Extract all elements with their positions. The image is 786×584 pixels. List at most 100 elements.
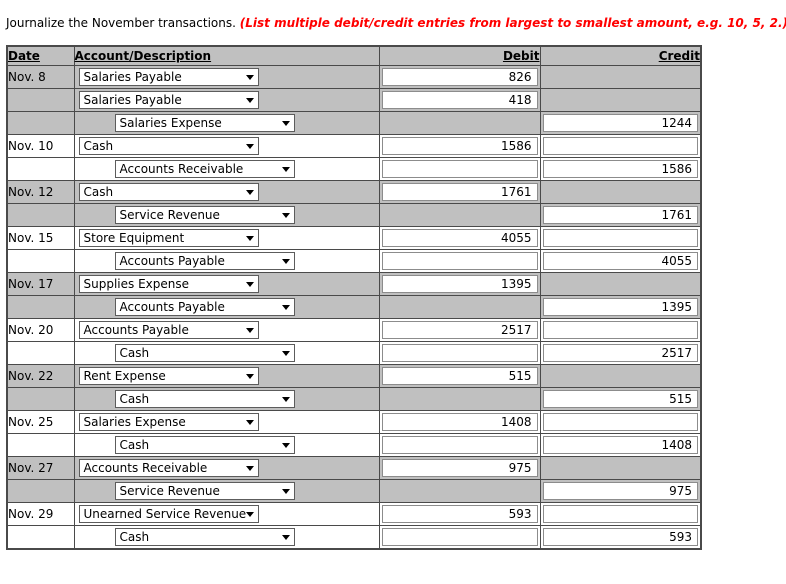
cell-account: Cash (73, 134, 380, 158)
chevron-down-icon (281, 397, 290, 402)
cell-credit: 515 (539, 387, 702, 411)
debit-input[interactable] (381, 436, 538, 454)
chevron-down-icon (245, 75, 254, 80)
cell-date (6, 525, 75, 550)
credit-input[interactable]: 1244 (542, 114, 698, 132)
chevron-down-icon (281, 121, 290, 126)
account-select[interactable]: Cash (114, 390, 295, 408)
credit-input[interactable]: 4055 (542, 252, 698, 270)
cell-date: Nov. 17 (6, 272, 75, 296)
credit-input[interactable] (542, 137, 698, 155)
account-select[interactable]: Service Revenue (114, 206, 295, 224)
credit-input[interactable]: 975 (542, 482, 698, 500)
credit-input[interactable] (542, 229, 698, 247)
account-select-value: Unearned Service Revenue (83, 507, 247, 521)
account-select[interactable]: Accounts Payable (114, 252, 295, 270)
cell-credit (539, 88, 702, 112)
cell-credit (539, 65, 702, 89)
account-select[interactable]: Cash (114, 344, 295, 362)
chevron-down-icon (245, 466, 254, 471)
debit-input[interactable]: 4055 (381, 229, 538, 247)
account-select[interactable]: Accounts Payable (114, 298, 295, 316)
cell-date: Nov. 27 (6, 456, 75, 480)
account-select[interactable]: Supplies Expense (78, 275, 259, 293)
credit-input[interactable]: 593 (542, 528, 698, 546)
account-select[interactable]: Salaries Expense (114, 114, 295, 132)
table-row: Nov. 29 Unearned Service Revenue 593 (6, 502, 702, 526)
account-select[interactable]: Salaries Expense (78, 413, 259, 431)
account-select[interactable]: Unearned Service Revenue (78, 505, 259, 523)
credit-input (542, 68, 698, 86)
account-select-value: Cash (119, 438, 150, 452)
debit-input[interactable]: 826 (381, 68, 538, 86)
credit-input[interactable] (542, 413, 698, 431)
account-select-value: Accounts Receivable (119, 162, 244, 176)
account-select[interactable]: Service Revenue (114, 482, 295, 500)
cell-date (6, 387, 75, 411)
account-select-wrapper: Supplies Expense (75, 273, 379, 295)
chevron-down-icon (281, 305, 290, 310)
debit-input[interactable]: 1408 (381, 413, 538, 431)
account-select[interactable]: Store Equipment (78, 229, 259, 247)
chevron-down-icon (245, 190, 254, 195)
table-row: Nov. 22 Rent Expense 515 (6, 364, 702, 388)
debit-input[interactable]: 515 (381, 367, 538, 385)
chevron-down-icon (281, 259, 290, 264)
debit-input[interactable]: 2517 (381, 321, 538, 339)
account-select[interactable]: Accounts Receivable (78, 459, 259, 477)
account-select-value: Salaries Payable (83, 93, 182, 107)
credit-input[interactable]: 1761 (542, 206, 698, 224)
cell-credit: 1408 (539, 433, 702, 457)
account-select[interactable]: Accounts Receivable (114, 160, 295, 178)
account-select-wrapper: Store Equipment (75, 227, 379, 249)
cell-credit: 1244 (539, 111, 702, 135)
cell-account: Accounts Receivable (73, 456, 380, 480)
cell-debit (378, 157, 541, 181)
debit-input[interactable]: 1395 (381, 275, 538, 293)
debit-input[interactable]: 975 (381, 459, 538, 477)
credit-input[interactable]: 1408 (542, 436, 698, 454)
chevron-down-icon (281, 167, 290, 172)
chevron-down-icon (281, 351, 290, 356)
chevron-down-icon (245, 512, 254, 517)
cell-debit (378, 433, 541, 457)
instruction-line: Journalize the November transactions. (L… (6, 16, 786, 30)
account-select[interactable]: Cash (114, 436, 295, 454)
credit-input[interactable]: 515 (542, 390, 698, 408)
chevron-down-icon (245, 328, 254, 333)
account-select[interactable]: Accounts Payable (78, 321, 259, 339)
cell-credit (539, 502, 702, 526)
account-select-wrapper: Accounts Receivable (75, 158, 379, 180)
cell-credit: 1395 (539, 295, 702, 319)
account-select-value: Rent Expense (83, 369, 166, 383)
debit-input[interactable]: 418 (381, 91, 538, 109)
credit-input (542, 275, 698, 293)
account-select[interactable]: Rent Expense (78, 367, 259, 385)
debit-input[interactable]: 1586 (381, 137, 538, 155)
account-select[interactable]: Salaries Payable (78, 91, 259, 109)
debit-input[interactable] (381, 528, 538, 546)
credit-input[interactable] (542, 505, 698, 523)
cell-account: Accounts Payable (73, 249, 380, 273)
account-select[interactable]: Cash (78, 183, 259, 201)
table-row: Accounts Receivable 1586 (6, 157, 702, 181)
debit-input[interactable]: 1761 (381, 183, 538, 201)
instruction-statement: Journalize the November transactions. (6, 16, 236, 30)
table-row: Nov. 25 Salaries Expense 1408 (6, 410, 702, 434)
credit-input[interactable]: 1586 (542, 160, 698, 178)
chevron-down-icon (281, 489, 290, 494)
chevron-down-icon (245, 236, 254, 241)
account-select[interactable]: Cash (78, 137, 259, 155)
table-row: Salaries Expense 1244 (6, 111, 702, 135)
credit-input[interactable]: 1395 (542, 298, 698, 316)
debit-input[interactable] (381, 344, 538, 362)
debit-input[interactable] (381, 160, 538, 178)
table-row: Nov. 20 Accounts Payable 2517 (6, 318, 702, 342)
account-select[interactable]: Salaries Payable (78, 68, 259, 86)
account-select[interactable]: Cash (114, 528, 295, 546)
debit-input[interactable]: 593 (381, 505, 538, 523)
credit-input[interactable]: 2517 (542, 344, 698, 362)
debit-input[interactable] (381, 252, 538, 270)
credit-input[interactable] (542, 321, 698, 339)
table-header-row: Date Account/Description Debit Credit (6, 45, 702, 66)
